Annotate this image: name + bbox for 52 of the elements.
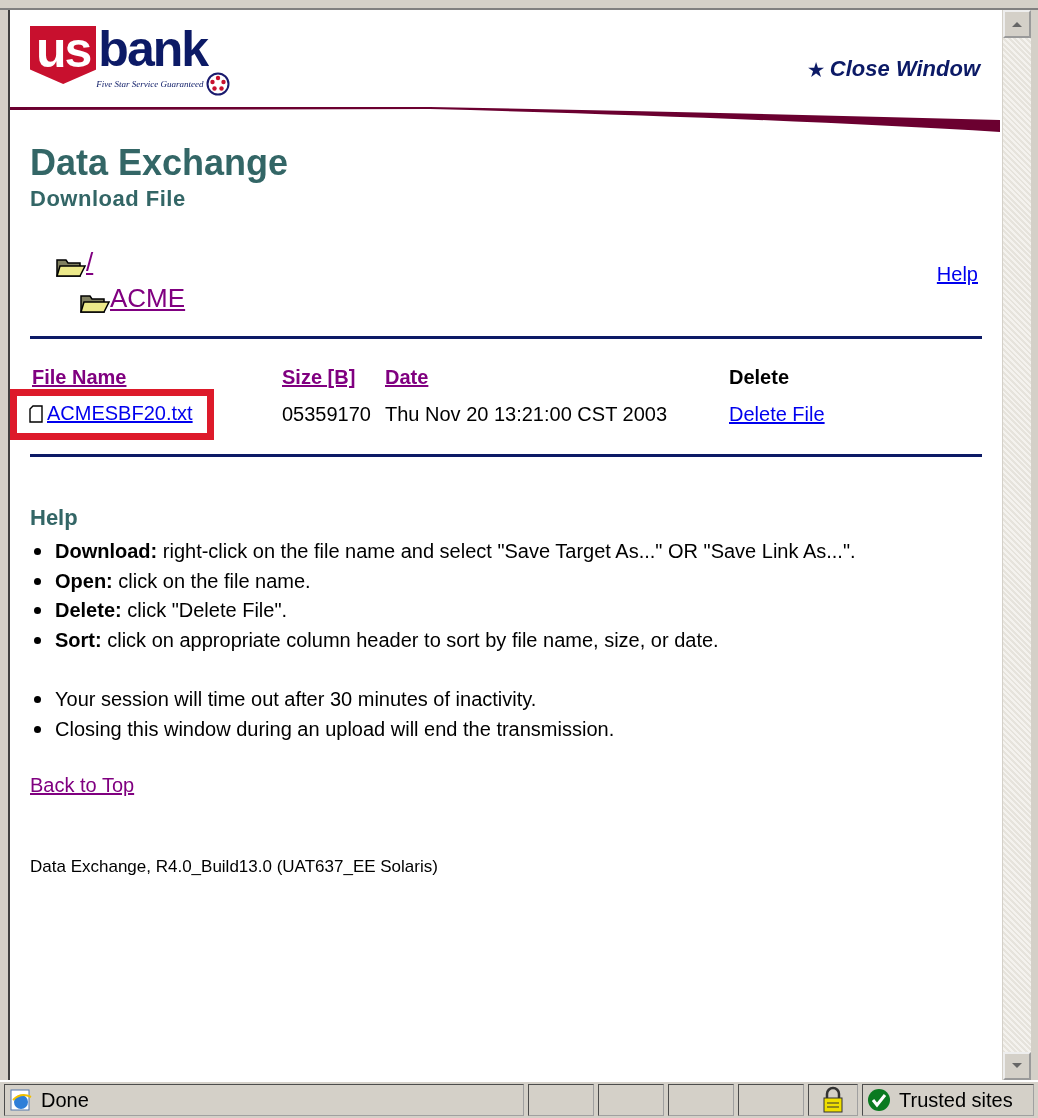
status-pane — [668, 1084, 734, 1116]
check-circle-icon — [867, 1088, 891, 1112]
delete-file-link[interactable]: Delete File — [729, 403, 825, 425]
scroll-up-button[interactable] — [1003, 10, 1031, 38]
bullet-icon — [34, 548, 41, 556]
lock-icon — [822, 1086, 844, 1114]
folder-icon — [56, 256, 86, 278]
status-text: Done — [41, 1088, 89, 1112]
zone-text: Trusted sites — [899, 1088, 1013, 1112]
folder-link[interactable]: ACME — [110, 283, 186, 314]
column-header-link[interactable]: Date — [385, 366, 429, 388]
help-link[interactable]: Help — [936, 262, 978, 286]
file-link[interactable]: ACMESBF20.txt — [47, 402, 193, 425]
folder-icon — [80, 292, 110, 314]
help-item: Delete: click "Delete File". — [55, 599, 288, 623]
help-item: Sort: click on appropriate column header to sort by file name, size, or date. — [55, 628, 719, 652]
status-pane — [738, 1084, 804, 1116]
logo-wordmark: bank — [98, 26, 209, 72]
help-heading: Help — [30, 505, 79, 531]
status-pane — [598, 1084, 664, 1116]
star-icon: ★ — [807, 60, 824, 80]
bullet-icon — [34, 607, 41, 615]
status-pane — [528, 1084, 594, 1116]
bullet-icon — [34, 725, 41, 733]
help-note: Closing this window during an upload will end the transmission. — [55, 717, 615, 741]
close-window-link[interactable]: ★ Close Window — [807, 56, 980, 82]
logo-shield: us — [30, 26, 97, 84]
file-date: Thu Nov 20 13:21:00 CST 2003 — [385, 403, 668, 425]
vertical-scrollbar[interactable] — [1002, 10, 1031, 1080]
down-arrow-icon — [1011, 1062, 1023, 1070]
back-to-top-link[interactable]: Back to Top — [30, 774, 135, 797]
bullet-icon — [34, 696, 41, 704]
folder-link[interactable]: / — [86, 247, 94, 278]
help-note: Your session will time out after 30 minutes of inactivity. — [55, 688, 537, 712]
column-header-link[interactable]: Size [B] — [282, 366, 356, 388]
version-text: Data Exchange, R4.0_Build13.0 (UAT637_EE Solaris) — [30, 857, 439, 877]
up-arrow-icon — [1011, 20, 1023, 28]
star-seal-icon — [205, 72, 230, 96]
logo-tagline: Five Star Service Guaranteed — [96, 79, 204, 89]
help-item: Download: right-click on the file name and select "Save Target As..." OR "Save Link As...". — [55, 540, 856, 564]
help-item: Open: click on the file name. — [55, 569, 311, 593]
bullet-icon — [34, 577, 41, 585]
page-subtitle: Download File — [30, 186, 187, 212]
page-title: Data Exchange — [30, 142, 290, 184]
column-header-link[interactable]: File Name — [32, 366, 127, 388]
scroll-down-button[interactable] — [1003, 1052, 1031, 1080]
close-window-text: Close Window — [829, 56, 980, 81]
page-icon — [9, 1088, 33, 1112]
bullet-icon — [34, 636, 41, 644]
column-header: Delete — [729, 366, 790, 388]
file-icon — [29, 404, 43, 423]
file-size: 05359170 — [282, 403, 371, 425]
